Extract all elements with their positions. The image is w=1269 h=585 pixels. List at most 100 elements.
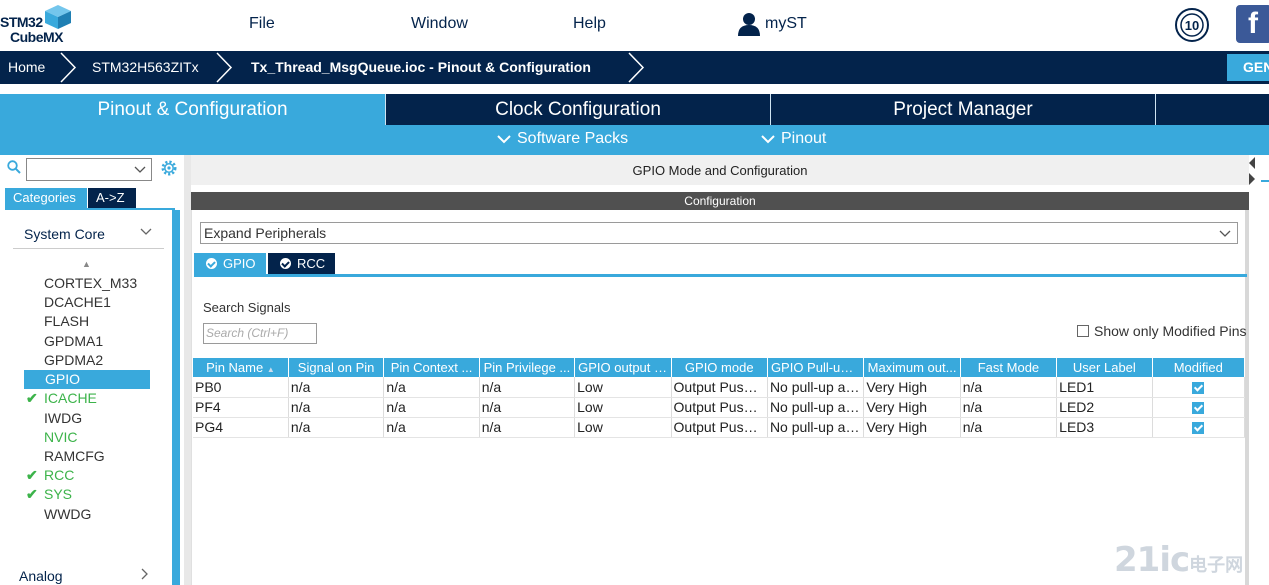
list-item-iwdg[interactable]: IWDG [44,410,82,426]
column-header-pull[interactable]: GPIO Pull-up/... [767,358,865,377]
modified-checkbox[interactable] [1192,422,1205,435]
list-item-wwdg[interactable]: WWDG [44,506,91,522]
panel-splitter[interactable] [184,155,191,585]
cell: n/a [288,377,385,398]
search-signals-input[interactable]: Search (Ctrl+F) [203,323,317,344]
column-header-max-speed[interactable]: Maximum out... [863,358,961,377]
section-system-core[interactable]: System Core [24,226,105,242]
table-row[interactable]: PF4 n/a n/a n/a Low Output Push ... No p… [193,397,1246,418]
facebook-icon[interactable]: f [1236,5,1269,43]
chevron-right-icon [60,52,77,83]
expand-peripherals-value: Expand Peripherals [204,225,327,241]
list-item-dcache1[interactable]: DCACHE1 [44,294,111,310]
cell: n/a [383,417,480,438]
menu-help[interactable]: Help [573,15,606,33]
show-modified-pins-toggle[interactable]: Show only Modified Pins [1077,323,1247,339]
column-header-pin-context[interactable]: Pin Context ... [383,358,480,377]
table-row[interactable]: PB0 n/a n/a n/a Low Output Push ... No p… [193,377,1246,398]
search-signals-label: Search Signals [203,300,291,315]
column-header-pin-privilege[interactable]: Pin Privilege ... [479,358,576,377]
anniversary-badge-icon[interactable]: 10 [1175,8,1209,42]
list-item-sys[interactable]: SYS [44,486,72,502]
category-search-input[interactable] [26,158,152,181]
list-item-ramcfg[interactable]: RAMCFG [44,448,105,464]
cell: No pull-up an... [767,377,865,398]
tab-clock-configuration[interactable]: Clock Configuration [386,94,771,125]
cell: Very High [863,417,961,438]
chevron-right-icon[interactable] [140,568,150,580]
chevron-right-icon [216,52,233,83]
list-item-flash[interactable]: FLASH [44,313,89,329]
mode-config-header: GPIO Mode and Configuration [191,155,1249,185]
tab-categories[interactable]: Categories [5,188,87,208]
categories-panel: Categories A->Z System Core ▲ CORTEX_M33… [0,155,184,585]
cell: PG4 [193,417,289,438]
tab-tools[interactable] [1156,94,1269,125]
modified-checkbox[interactable] [1192,402,1205,415]
top-menu-bar: STM32 CubeMX File Window Help myST 10 f [0,0,1269,50]
expand-peripherals-select[interactable]: Expand Peripherals [200,222,1238,244]
column-header-modified[interactable]: Modified [1152,358,1246,377]
breadcrumb-home[interactable]: Home [8,59,45,75]
configuration-header: Configuration [191,192,1249,210]
gear-icon[interactable] [160,159,178,177]
column-header-fast-mode[interactable]: Fast Mode [960,358,1058,377]
list-item-cortex-m33[interactable]: CORTEX_M33 [44,275,137,291]
tab-a-z[interactable]: A->Z [88,188,136,208]
table-row[interactable]: PG4 n/a n/a n/a Low Output Push ... No p… [193,417,1246,438]
sort-icon[interactable]: ▲ [82,259,91,269]
modified-checkbox[interactable] [1192,382,1205,395]
cell: LED3 [1056,417,1153,438]
cell: No pull-up an... [767,397,865,418]
right-splitter[interactable] [1249,155,1269,585]
column-header-user-label[interactable]: User Label [1056,358,1153,377]
column-header-gpio-mode[interactable]: GPIO mode [671,358,768,377]
menu-file[interactable]: File [249,15,275,33]
check-icon: ✔ [26,486,38,502]
modified-cell[interactable] [1152,417,1246,438]
list-item-gpio[interactable]: GPIO [24,370,150,389]
column-header-pin-name[interactable]: Pin Name ▲ [193,358,289,377]
cell: n/a [288,397,385,418]
search-icon [7,160,21,174]
tab-pinout-configuration[interactable]: Pinout & Configuration [0,94,386,125]
list-item-icache[interactable]: ICACHE [44,390,97,406]
software-packs-menu[interactable]: Software Packs [497,130,628,148]
main-tabs: Pinout & Configuration Clock Configurati… [0,94,1269,125]
breadcrumb-project[interactable]: Tx_Thread_MsgQueue.ioc - Pinout & Config… [251,59,591,75]
column-header-signal[interactable]: Signal on Pin [288,358,385,377]
section-analog[interactable]: Analog [19,568,63,584]
cell: Low [574,377,672,398]
list-item-gpdma1[interactable]: GPDMA1 [44,333,103,349]
list-item-gpdma2[interactable]: GPDMA2 [44,352,103,368]
logo-line2: CubeMX [10,29,64,45]
chevron-down-icon[interactable] [140,227,152,237]
tab-project-manager[interactable]: Project Manager [771,94,1156,125]
generate-code-button[interactable]: GEN [1227,54,1269,81]
category-scrollbar[interactable] [172,210,180,585]
breadcrumb-device[interactable]: STM32H563ZITx [92,59,199,75]
cell: Very High [863,397,961,418]
cell: PB0 [193,377,289,398]
pinout-label: Pinout [781,130,827,147]
chevron-down-icon [1219,230,1231,237]
pinout-menu[interactable]: Pinout [761,130,826,148]
modified-cell[interactable] [1152,397,1246,418]
menu-window[interactable]: Window [411,15,468,33]
collapse-arrows-icon[interactable] [1249,155,1269,195]
badge-text: 10 [1185,18,1199,33]
chevron-down-icon[interactable] [134,163,146,175]
chevron-right-icon [628,52,645,83]
list-item-rcc[interactable]: RCC [44,467,74,483]
show-modified-pins-label: Show only Modified Pins [1094,323,1247,339]
tab-gpio[interactable]: GPIO [194,253,266,274]
checkbox[interactable] [1077,325,1089,337]
tab-rcc[interactable]: RCC [268,253,335,274]
list-item-nvic[interactable]: NVIC [44,429,77,445]
chevron-down-icon [761,135,775,144]
tab-gpio-label: GPIO [223,256,256,271]
modified-cell[interactable] [1152,377,1246,398]
column-header-output-level[interactable]: GPIO output l... [574,358,672,377]
myst-account[interactable]: myST [737,12,807,36]
table-header-row: Pin Name ▲ Signal on Pin Pin Context ...… [193,358,1246,377]
